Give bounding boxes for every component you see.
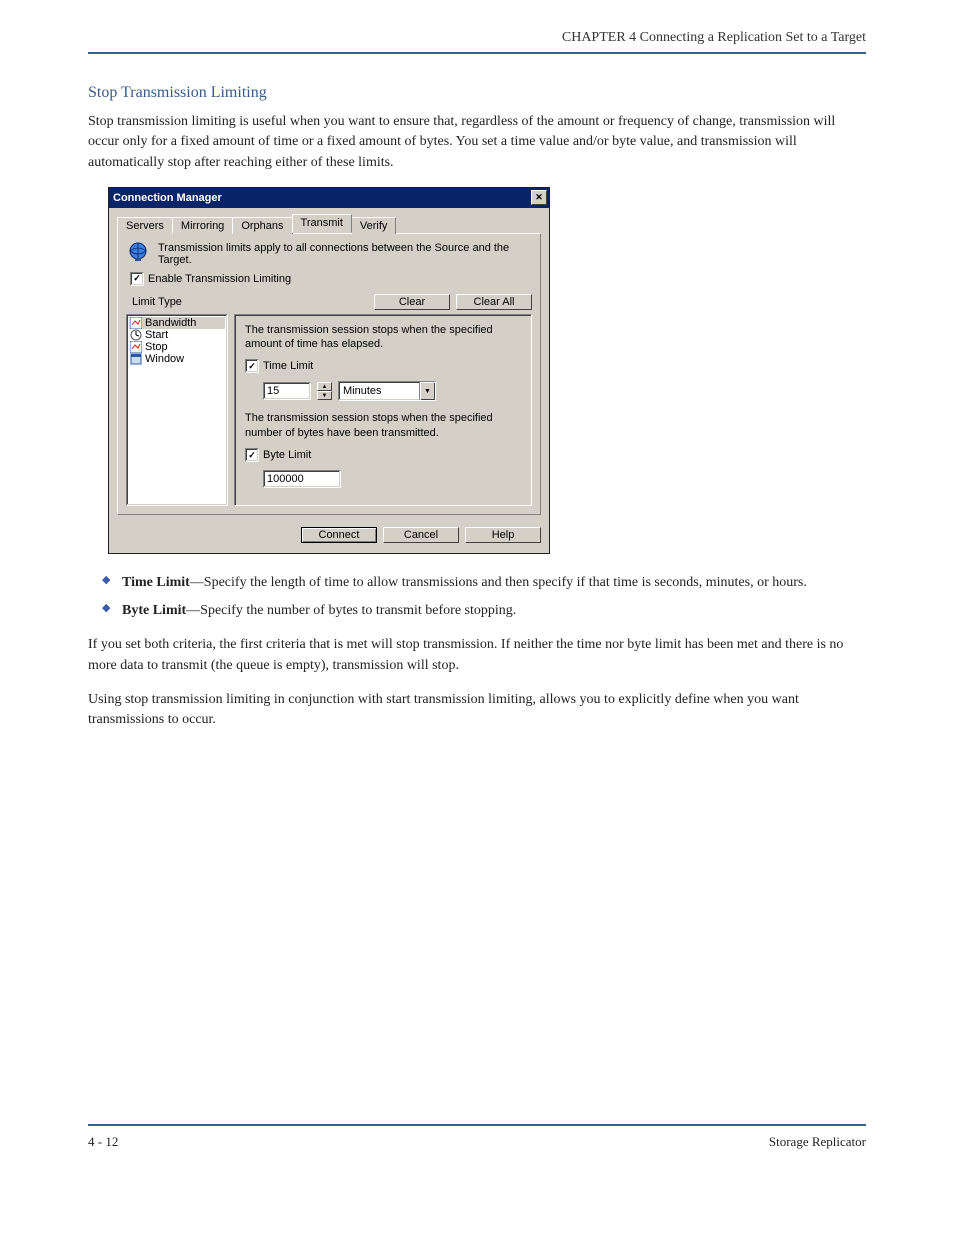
tab-verify[interactable]: Verify <box>351 217 397 234</box>
enable-transmission-checkbox[interactable]: ✓ <box>130 272 144 286</box>
page-number: 4 - 12 <box>88 1134 118 1150</box>
chevron-up-icon[interactable]: ▲ <box>317 382 332 391</box>
time-limit-input[interactable]: 15 <box>263 382 311 400</box>
byte-limit-description: The transmission session stops when the … <box>245 411 521 440</box>
cancel-button[interactable]: Cancel <box>383 527 459 543</box>
chapter-label: CHAPTER 4 Connecting a Replication Set t… <box>88 30 866 46</box>
titlebar: Connection Manager ✕ <box>109 188 549 208</box>
bullet-byte-limit: Byte Limit—Specify the number of bytes t… <box>88 600 866 622</box>
chevron-down-icon[interactable]: ▼ <box>419 382 435 400</box>
time-unit-value: Minutes <box>339 385 419 397</box>
connection-manager-dialog: Connection Manager ✕ Servers Mirroring O… <box>108 187 550 554</box>
product-name: Storage Replicator <box>769 1134 866 1150</box>
list-label-start: Start <box>145 329 168 341</box>
section-heading: Stop Transmission Limiting <box>88 84 866 102</box>
chevron-down-icon[interactable]: ▼ <box>317 391 332 400</box>
bullet-time-limit: Time Limit—Specify the length of time to… <box>88 572 866 594</box>
window-icon <box>130 353 142 365</box>
connect-button[interactable]: Connect <box>301 527 377 543</box>
time-limit-description: The transmission session stops when the … <box>245 323 521 352</box>
list-label-window: Window <box>145 353 184 365</box>
list-item-stop[interactable]: Stop <box>129 341 225 353</box>
tab-page: Transmission limits apply to all connect… <box>117 233 541 515</box>
clock-icon <box>130 329 142 341</box>
list-item-bandwidth[interactable]: Bandwidth <box>129 317 225 329</box>
help-button[interactable]: Help <box>465 527 541 543</box>
list-label-stop: Stop <box>145 341 168 353</box>
post-paragraph-2: Using stop transmission limiting in conj… <box>88 690 866 731</box>
time-limit-spinner[interactable]: ▲ ▼ <box>317 382 332 400</box>
header-rule <box>88 52 866 54</box>
tab-transmit[interactable]: Transmit <box>292 214 352 233</box>
limit-settings-panel: The transmission session stops when the … <box>234 314 532 506</box>
time-unit-select[interactable]: Minutes ▼ <box>338 381 436 401</box>
option-bullets: Time Limit—Specify the length of time to… <box>88 572 866 621</box>
tab-servers[interactable]: Servers <box>117 217 173 234</box>
chart-icon <box>130 317 142 329</box>
byte-limit-input[interactable]: 100000 <box>263 470 341 488</box>
tab-strip: Servers Mirroring Orphans Transmit Verif… <box>117 214 541 233</box>
list-item-start[interactable]: Start <box>129 329 225 341</box>
limit-type-list[interactable]: Bandwidth Start Stop <box>126 314 228 506</box>
page-footer: 4 - 12 Storage Replicator <box>88 1134 866 1150</box>
dialog-title: Connection Manager <box>113 192 222 204</box>
footer-rule <box>88 1124 866 1126</box>
chart-icon <box>130 341 142 353</box>
time-limit-label: Time Limit <box>263 360 313 372</box>
close-icon[interactable]: ✕ <box>531 190 547 205</box>
intro-paragraph: Stop transmission limiting is useful whe… <box>88 112 866 173</box>
byte-limit-checkbox[interactable]: ✓ <box>245 448 259 462</box>
limit-type-label: Limit Type <box>132 296 182 308</box>
clear-all-button[interactable]: Clear All <box>456 294 532 310</box>
post-paragraph-1: If you set both criteria, the first crit… <box>88 635 866 676</box>
clear-button[interactable]: Clear <box>374 294 450 310</box>
time-limit-checkbox[interactable]: ✓ <box>245 359 259 373</box>
enable-transmission-label: Enable Transmission Limiting <box>148 273 291 285</box>
list-label-bandwidth: Bandwidth <box>145 317 196 329</box>
info-text: Transmission limits apply to all connect… <box>158 240 532 266</box>
tab-orphans[interactable]: Orphans <box>232 217 292 234</box>
tab-mirroring[interactable]: Mirroring <box>172 217 233 234</box>
list-item-window[interactable]: Window <box>129 353 225 365</box>
byte-limit-label: Byte Limit <box>263 449 311 461</box>
globe-icon <box>126 240 150 264</box>
